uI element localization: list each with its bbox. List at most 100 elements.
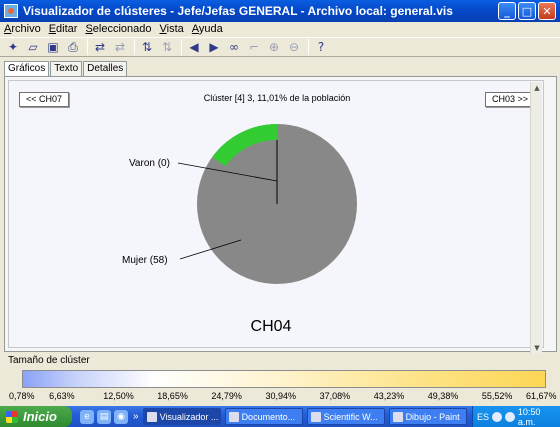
toolbar-separator (134, 39, 135, 55)
gradient-tick-label: 61,67% (526, 391, 557, 401)
menu-editar-key: E (48, 23, 57, 35)
menu-ayuda-label: yuda (198, 23, 223, 35)
gradient-tick-label: 6,63% (49, 391, 75, 401)
print-icon[interactable]: ⎙ (64, 38, 82, 56)
next-cluster-button[interactable]: CH03 >> (484, 92, 535, 107)
task-documento[interactable]: Documento... (224, 408, 303, 425)
help-icon[interactable]: ? (312, 38, 330, 56)
label-mujer: Mujer (58) (122, 255, 168, 266)
menu-vista[interactable]: Vista (160, 23, 184, 35)
menu-seleccionado-label: eleccionado (92, 23, 152, 35)
vertical-scrollbar[interactable]: ▲ ▼ (530, 82, 542, 354)
close-button[interactable]: ✕ (538, 2, 556, 20)
menu-archivo[interactable]: Archivo (4, 23, 41, 35)
menu-ayuda-key: A (191, 23, 199, 35)
task-app-icon (310, 411, 321, 422)
quick-launch: e ▤ ◉ » (80, 409, 139, 424)
cluster-size-gradient (22, 370, 546, 388)
folder-icon[interactable]: ▤ (97, 409, 111, 424)
menu-seleccionado-key: S (85, 23, 93, 35)
leader-mujer (179, 239, 242, 260)
tab-detalles[interactable]: Detalles (83, 61, 128, 76)
toolbar-separator (181, 39, 182, 55)
toolbar: ✦ ▱ ▣ ⎙ ⇄ ⇄ ⇅ ⇅ ◀ ▶ ∞ ⌐ ⊕ ⊖ ? (0, 37, 560, 57)
start-label: Inicio (23, 409, 57, 424)
save-icon[interactable]: ▣ (44, 38, 62, 56)
inner-slice-mujer (213, 140, 341, 268)
cluster-ring-chart: Varon (0) Mujer (58) CH04 (122, 124, 357, 335)
select-icon[interactable]: ⌐ (245, 38, 263, 56)
menu-archivo-label: rchivo (11, 23, 41, 35)
sort-icon[interactable]: ⇅ (138, 38, 156, 56)
language-indicator[interactable]: ES (477, 412, 489, 422)
tab-texto[interactable]: Texto (50, 61, 83, 76)
menu-vista-key: V (159, 23, 167, 35)
binoculars-icon[interactable]: ∞ (225, 38, 243, 56)
chart-area: << CH07 Clúster [4] 3, 11,01% de la pobl… (8, 80, 544, 354)
cluster-size-label: Tamaño de clúster (8, 355, 90, 366)
outer-ring-highlight (212, 124, 278, 170)
system-tray: ES 10:50 a.m. (472, 406, 560, 427)
zoom-in-icon[interactable]: ⊕ (265, 38, 283, 56)
task-label: Scientific W... (323, 411, 378, 422)
task-label: Visualizador ... (159, 411, 219, 422)
gradient-tick-label: 43,23% (373, 391, 405, 401)
gradient-tick-label: 24,79% (211, 391, 242, 401)
scroll-down-icon[interactable]: ▼ (531, 342, 543, 354)
firefox-icon[interactable]: ◉ (114, 409, 128, 424)
leader-varon (177, 162, 278, 182)
gradient-tick-label: 30,94% (265, 391, 297, 401)
menu-bar: Archivo Editar Seleccionado Vista Ayuda (0, 22, 560, 36)
menu-seleccionado[interactable]: Seleccionado (85, 23, 151, 35)
minimize-button[interactable]: _ (498, 2, 516, 20)
menu-vista-label: ista (166, 23, 184, 35)
ie-icon[interactable]: e (80, 409, 94, 424)
window-controls: _ □ ✕ (498, 2, 556, 20)
tab-strip: Gráficos Texto Detalles (4, 61, 128, 77)
task-app-icon (146, 411, 157, 422)
windows-flag-icon (6, 410, 18, 423)
gradient-tick-label: 37,08% (319, 391, 351, 401)
task-paint[interactable]: Dibujo - Paint (388, 408, 467, 425)
gradient-tick-label: 49,38% (427, 391, 459, 401)
menu-editar-label: ditar (56, 23, 78, 35)
toolbar-separator (87, 39, 88, 55)
maximize-button[interactable]: □ (518, 2, 536, 20)
new-icon[interactable]: ✦ (4, 38, 22, 56)
graph-panel: << CH07 Clúster [4] 3, 11,01% de la pobl… (4, 76, 557, 354)
task-visualizador[interactable]: Visualizador ... (142, 408, 221, 425)
more-icon[interactable]: » (133, 411, 139, 422)
swap-icon[interactable]: ⇄ (91, 38, 109, 56)
chart-title: Clúster [4] 3, 11,01% de la población (203, 93, 351, 103)
title-bar: Visualizador de clústeres - Jefe/Jefas G… (0, 0, 560, 22)
gradient-tick-label: 0,78% (9, 391, 35, 401)
window-title: Visualizador de clústeres - Jefe/Jefas G… (23, 4, 453, 18)
task-scientific[interactable]: Scientific W... (306, 408, 385, 425)
toolbar-separator (308, 39, 309, 55)
menu-editar[interactable]: Editar (49, 23, 78, 35)
tray-icon[interactable] (504, 411, 515, 422)
left-arrow-icon[interactable]: ◀ (185, 38, 203, 56)
sort-disabled-icon[interactable]: ⇅ (158, 38, 176, 56)
cluster-name-label: CH04 (251, 318, 292, 335)
taskbar: Inicio e ▤ ◉ » Visualizador ... Document… (0, 406, 560, 427)
app-icon (4, 4, 18, 18)
right-arrow-icon[interactable]: ▶ (205, 38, 223, 56)
task-label: Dibujo - Paint (405, 411, 460, 422)
clock: 10:50 a.m. (517, 406, 541, 427)
zoom-out-icon[interactable]: ⊖ (285, 38, 303, 56)
start-button[interactable]: Inicio (0, 406, 72, 427)
gradient-tick-label: 12,50% (103, 391, 134, 401)
open-icon[interactable]: ▱ (24, 38, 42, 56)
gradient-tick-label: 55,52% (481, 391, 513, 401)
gradient-tick-label: 18,65% (157, 391, 188, 401)
outer-ring (197, 124, 357, 284)
gradient-ticks: 0,78% 6,63% 12,50% 18,65% 24,79% 30,94% 37,08%… (0, 391, 560, 403)
tray-icon[interactable] (492, 411, 502, 422)
scroll-up-icon[interactable]: ▲ (531, 82, 543, 94)
task-app-icon (392, 411, 403, 422)
swap-disabled-icon[interactable]: ⇄ (111, 38, 129, 56)
task-label: Documento... (241, 411, 296, 422)
menu-ayuda[interactable]: Ayuda (192, 23, 223, 35)
tab-graficos[interactable]: Gráficos (4, 61, 50, 77)
